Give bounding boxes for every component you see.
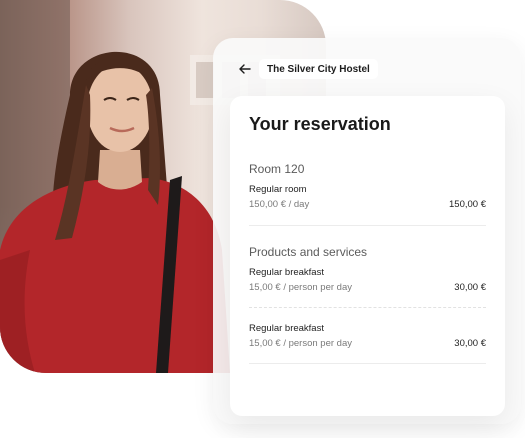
product-unit-price: 15,00 € / person per day (249, 282, 352, 293)
arrow-left-icon (239, 64, 251, 74)
room-item-name: Regular room (249, 184, 307, 195)
room-section-label: Room 120 (249, 162, 305, 176)
stage: The Silver City Hostel Your reservation … (0, 0, 525, 438)
divider (249, 363, 486, 364)
product-total: 30,00 € (454, 282, 486, 293)
product-item-name: Regular breakfast (249, 323, 324, 334)
products-section-label: Products and services (249, 245, 368, 259)
divider (249, 307, 486, 308)
reservation-card: Your reservation Room 120 Regular room 1… (230, 96, 505, 416)
page-title: Your reservation (249, 114, 391, 134)
product-item-name: Regular breakfast (249, 267, 324, 278)
divider (249, 225, 486, 226)
room-unit-price: 150,00 € / day (249, 199, 310, 210)
back-button[interactable] (236, 60, 254, 78)
hostel-name: The Silver City Hostel (259, 59, 378, 79)
product-unit-price: 15,00 € / person per day (249, 338, 352, 349)
product-total: 30,00 € (454, 338, 486, 349)
room-total: 150,00 € (449, 199, 486, 210)
